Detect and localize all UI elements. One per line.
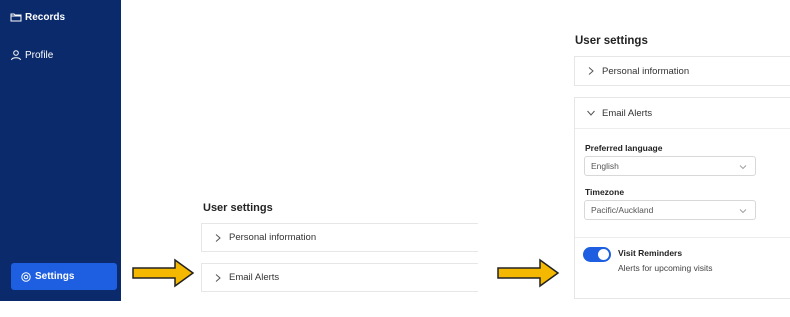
accordion-label: Email Alerts bbox=[229, 272, 280, 283]
sidebar-item-label: Settings bbox=[35, 271, 75, 282]
accordion-label: Personal information bbox=[229, 232, 317, 243]
sidebar-item-profile[interactable]: Profile bbox=[10, 49, 53, 61]
visit-reminders-description: Alerts for upcoming visits bbox=[618, 263, 713, 273]
right-arrow-icon bbox=[132, 258, 195, 288]
chevron-right-icon bbox=[215, 273, 221, 282]
accordion-email-alerts[interactable]: Email Alerts bbox=[201, 263, 478, 292]
sidebar-item-label: Profile bbox=[25, 49, 54, 61]
accordion-label: Email Alerts bbox=[602, 107, 653, 119]
preferred-language-label: Preferred language bbox=[585, 143, 663, 153]
chevron-right-icon bbox=[588, 67, 594, 75]
toggle-knob bbox=[598, 249, 609, 260]
chevron-down-icon bbox=[739, 209, 747, 214]
divider bbox=[575, 237, 790, 238]
select-value: English bbox=[591, 161, 619, 171]
preferred-language-select[interactable]: English bbox=[584, 156, 756, 176]
sidebar-item-label: Records bbox=[25, 11, 66, 23]
folder-icon bbox=[10, 13, 22, 22]
page-title: User settings bbox=[575, 35, 648, 47]
visit-reminders-toggle[interactable] bbox=[583, 247, 611, 262]
chevron-right-icon bbox=[215, 233, 221, 242]
page-title: User settings bbox=[203, 202, 273, 214]
select-value: Pacific/Auckland bbox=[591, 205, 654, 215]
timezone-select[interactable]: Pacific/Auckland bbox=[584, 200, 756, 220]
accordion-personal-information[interactable]: Personal information bbox=[201, 223, 478, 252]
right-arrow-icon bbox=[497, 258, 560, 288]
accordion-email-alerts-expanded: Email Alerts Preferred language English … bbox=[574, 97, 790, 299]
chevron-down-icon bbox=[739, 165, 747, 170]
gear-icon bbox=[21, 271, 31, 282]
sidebar-item-records[interactable]: Records bbox=[10, 11, 65, 23]
chevron-down-icon bbox=[587, 110, 595, 116]
sidebar-item-settings[interactable]: Settings bbox=[11, 263, 117, 290]
accordion-personal-information[interactable]: Personal information bbox=[574, 56, 790, 86]
accordion-label: Personal information bbox=[602, 65, 690, 77]
visit-reminders-title: Visit Reminders bbox=[618, 248, 683, 258]
user-icon bbox=[11, 50, 21, 61]
timezone-label: Timezone bbox=[585, 187, 625, 197]
sidebar: Records Profile Settings bbox=[0, 0, 121, 301]
accordion-header[interactable]: Email Alerts bbox=[575, 98, 790, 129]
